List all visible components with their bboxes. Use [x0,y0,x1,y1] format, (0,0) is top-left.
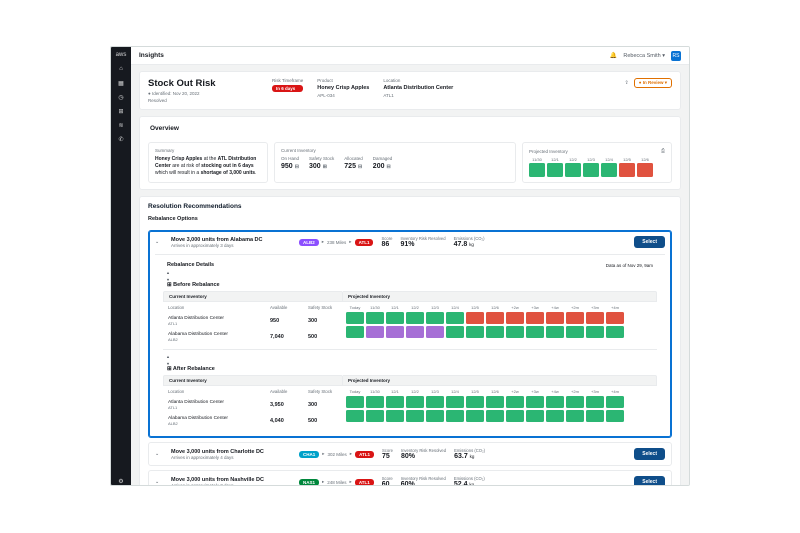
chart-icon[interactable]: ≋ [117,121,125,129]
rebalance-option: ⌄ Move 3,000 units from Alabama DC Arriv… [148,230,672,438]
inventory-row: Atlanta Distribution CenterATL13,950300 [163,397,343,413]
history-icon[interactable]: ◷ [117,93,125,101]
dashboard-icon[interactable]: ▦ [117,79,125,87]
support-icon[interactable]: ✆ [117,135,125,143]
page-title: Insights [139,52,164,59]
select-button[interactable]: Select [634,236,665,248]
inventory-row: Alabama Distribution CenterALB27,040500 [163,329,343,345]
details-title: Rebalance Details [167,262,214,268]
projection-row [343,325,657,339]
select-button[interactable]: Select [634,448,665,460]
summary-box: Summary Honey Crisp Apples at the ATL Di… [148,142,268,183]
rebalance-option: ⌄ Move 3,000 units from Nashville DC Arr… [148,470,672,485]
timeframe-badge: In 6 days [272,85,303,92]
notifications-icon[interactable]: 🔔 [610,52,617,59]
route: CHA1▸302 Miles▸ATL1 [299,451,374,458]
route: NAS1▸248 Miles▸ATL1 [299,479,374,486]
route: ALB2▸238 Miles▸ATL1 [299,239,373,246]
avatar[interactable]: RS [671,51,681,61]
current-inventory-box: Current Inventory On Hand950⊟ Safety Sto… [274,142,516,183]
risk-header-card: Stock Out Risk ● Identified: Nov 20, 202… [139,71,681,110]
overview-card: Overview Summary Honey Crisp Apples at t… [139,116,681,190]
projection-row [343,395,657,409]
inventory-icon[interactable]: ⊞ [117,107,125,115]
inventory-row: Alabama Distribution CenterALB24,040500 [163,413,343,429]
share-icon[interactable]: ⇪ [625,80,629,86]
aws-logo-icon: aws [117,51,125,59]
expand-chevron[interactable]: ⌄ [155,239,163,245]
print-icon[interactable]: ⎙ [661,148,665,154]
rebalance-option: ⌄ Move 3,000 units from Charlotte DC Arr… [148,442,672,466]
projection-row [343,409,657,423]
review-status[interactable]: ● In Review ▾ [634,78,672,88]
select-button[interactable]: Select [634,476,665,485]
projected-inventory-box: Projected Inventory⎙ 11/3012/112/212/312… [522,142,672,183]
settings-icon[interactable]: ⚙ [117,477,125,485]
recommendations-card: Resolution Recommendations Rebalance Opt… [139,196,681,485]
nav-rail: aws ⌂ ▦ ◷ ⊞ ≋ ✆ ⚙ [111,47,131,485]
expand-chevron[interactable]: ⌄ [155,479,163,485]
home-icon[interactable]: ⌂ [117,65,125,73]
topbar: Insights 🔔 Rebecca Smith ▾ RS [131,47,689,65]
inventory-row: Atlanta Distribution CenterATL1950300 [163,313,343,329]
projection-row [343,311,657,325]
risk-title: Stock Out Risk [148,78,258,89]
expand-chevron[interactable]: ⌄ [155,451,163,457]
user-menu[interactable]: Rebecca Smith ▾ [623,53,665,59]
